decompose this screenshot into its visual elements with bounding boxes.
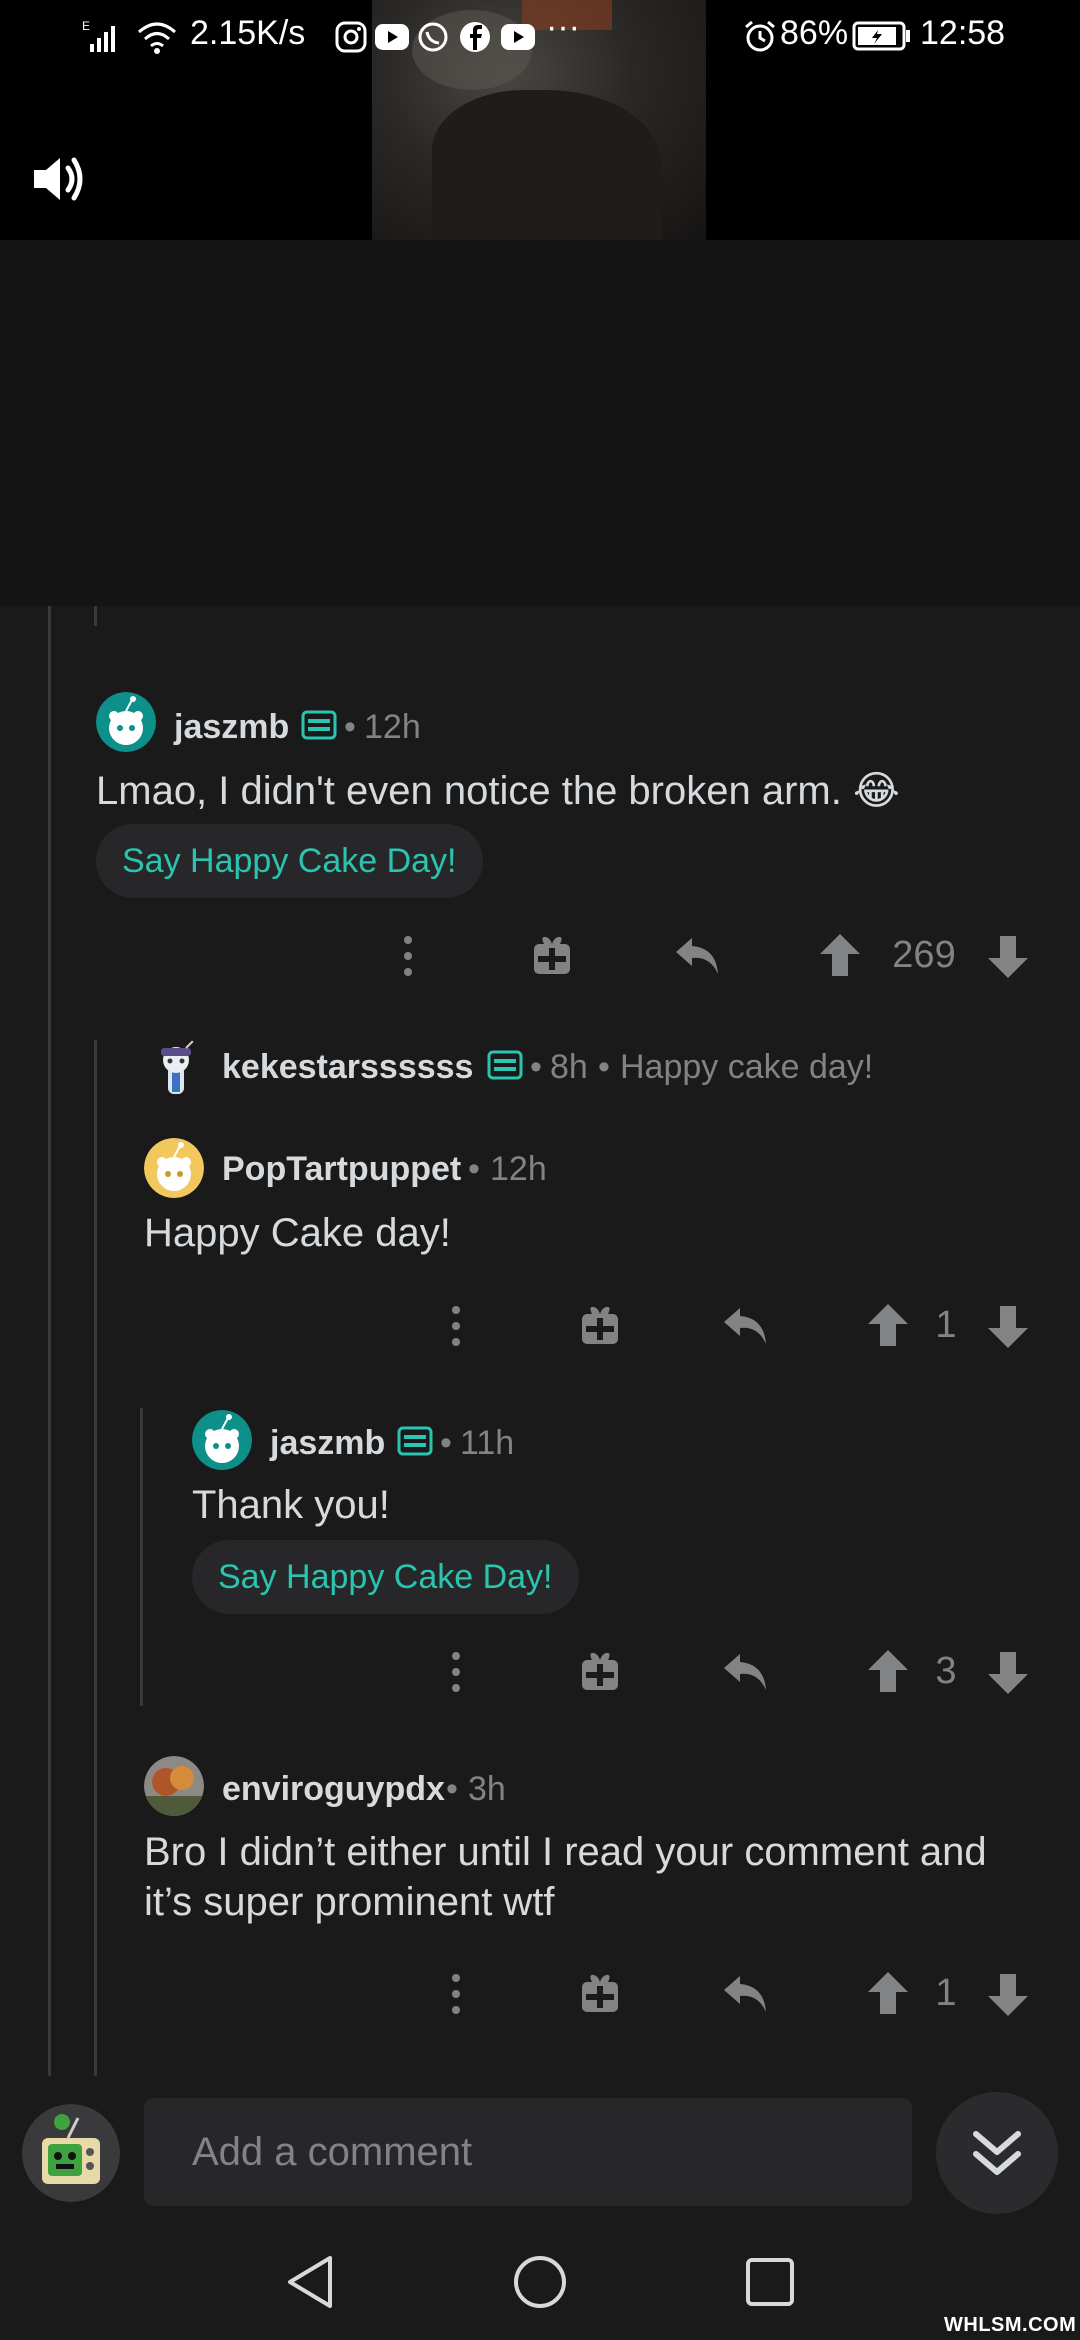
avatar[interactable] bbox=[144, 1756, 204, 1816]
add-comment-input[interactable]: Add a comment bbox=[144, 2098, 912, 2206]
upvote-icon[interactable] bbox=[866, 1970, 910, 2016]
comment-age: 12h bbox=[490, 1150, 547, 1188]
username[interactable]: PopTartpuppet bbox=[222, 1150, 461, 1189]
network-speed: 2.15K/s bbox=[190, 14, 306, 52]
separator: • bbox=[440, 1424, 452, 1462]
comment-text: Thank you! bbox=[192, 1483, 390, 1527]
upvote-icon[interactable] bbox=[866, 1648, 910, 1694]
back-nav-icon[interactable] bbox=[284, 2254, 336, 2310]
watermark: WHLSM.COM bbox=[944, 2314, 1077, 2336]
whatsapp-icon bbox=[418, 22, 448, 52]
thread-line[interactable] bbox=[140, 1408, 143, 1706]
separator: • bbox=[468, 1150, 480, 1188]
more-options-icon[interactable] bbox=[442, 1304, 470, 1348]
reply-icon[interactable] bbox=[720, 1650, 770, 1694]
more-notifications-indicator: ··· bbox=[546, 8, 580, 46]
card-icon bbox=[397, 1426, 433, 1456]
vote-count: 3 bbox=[935, 1650, 957, 1692]
separator: • bbox=[344, 708, 356, 746]
avatar[interactable] bbox=[144, 1138, 204, 1198]
double-chevron-down-icon bbox=[973, 2131, 1021, 2175]
comment-age: 3h bbox=[468, 1770, 506, 1808]
downvote-icon[interactable] bbox=[986, 1650, 1030, 1696]
username[interactable]: jaszmb bbox=[270, 1424, 385, 1463]
award-gift-icon[interactable] bbox=[530, 934, 574, 978]
downvote-icon[interactable] bbox=[986, 1304, 1030, 1350]
vote-count: 1 bbox=[935, 1972, 957, 2014]
reply-icon[interactable] bbox=[672, 934, 722, 978]
reply-icon[interactable] bbox=[720, 1304, 770, 1348]
separator: • bbox=[446, 1770, 458, 1808]
next-comment-button[interactable] bbox=[936, 2092, 1058, 2214]
separator: • bbox=[598, 1048, 610, 1086]
username[interactable]: jaszmb bbox=[174, 708, 289, 747]
comment-text: Happy Cake day! bbox=[144, 1211, 451, 1255]
reply-icon[interactable] bbox=[720, 1972, 770, 2016]
more-options-icon[interactable] bbox=[442, 1972, 470, 2016]
award-gift-icon[interactable] bbox=[578, 1304, 622, 1348]
battery-percent: 86% bbox=[780, 14, 849, 52]
thread-line[interactable] bbox=[94, 1040, 97, 2076]
video-app-icon bbox=[501, 24, 535, 50]
svg-text:E: E bbox=[82, 19, 90, 33]
user-avatar[interactable] bbox=[22, 2104, 120, 2202]
happy-cake-day-button[interactable]: Say Happy Cake Day! bbox=[192, 1540, 579, 1614]
separator: • bbox=[530, 1048, 542, 1086]
upvote-icon[interactable] bbox=[818, 932, 862, 978]
more-options-icon[interactable] bbox=[394, 934, 422, 978]
comment-text: Lmao, I didn't even notice the broken ar… bbox=[96, 769, 900, 813]
downvote-icon[interactable] bbox=[986, 1972, 1030, 2018]
home-nav-icon[interactable] bbox=[512, 2254, 568, 2310]
upvote-icon[interactable] bbox=[866, 1302, 910, 1348]
signal-icon: E bbox=[82, 19, 115, 52]
facebook-icon bbox=[460, 22, 490, 52]
downvote-icon[interactable] bbox=[986, 934, 1030, 980]
vote-count: 269 bbox=[892, 934, 956, 976]
username[interactable]: kekestarssssss bbox=[222, 1048, 473, 1087]
comment-age: 12h bbox=[364, 708, 421, 746]
more-options-icon[interactable] bbox=[442, 1650, 470, 1694]
clock: 12:58 bbox=[920, 14, 1006, 52]
recents-nav-icon[interactable] bbox=[744, 2256, 796, 2308]
wifi-icon bbox=[138, 22, 176, 54]
happy-cake-day-button[interactable]: Say Happy Cake Day! bbox=[96, 824, 483, 898]
comment-text: Bro I didn’t either until I read your co… bbox=[144, 1830, 987, 1924]
avatar[interactable] bbox=[192, 1410, 252, 1470]
thread-line[interactable] bbox=[48, 606, 51, 2076]
battery-icon bbox=[852, 21, 910, 51]
thread-line[interactable] bbox=[94, 606, 97, 626]
vote-count: 1 bbox=[935, 1304, 957, 1346]
username[interactable]: enviroguypdx bbox=[222, 1770, 445, 1809]
award-gift-icon[interactable] bbox=[578, 1650, 622, 1694]
collapsed-comment-preview: Happy cake day! bbox=[620, 1048, 874, 1086]
comment-age: 8h bbox=[550, 1048, 588, 1086]
card-icon bbox=[301, 710, 337, 740]
volume-icon[interactable] bbox=[30, 150, 88, 208]
alarm-icon bbox=[745, 20, 775, 52]
youtube-icon bbox=[375, 24, 409, 50]
card-icon bbox=[487, 1050, 523, 1080]
avatar[interactable] bbox=[96, 692, 156, 752]
comment-age: 11h bbox=[460, 1424, 515, 1462]
video-player-area[interactable] bbox=[0, 240, 1080, 606]
award-gift-icon[interactable] bbox=[578, 1972, 622, 2016]
avatar[interactable] bbox=[146, 1036, 206, 1096]
instagram-icon bbox=[335, 21, 367, 53]
